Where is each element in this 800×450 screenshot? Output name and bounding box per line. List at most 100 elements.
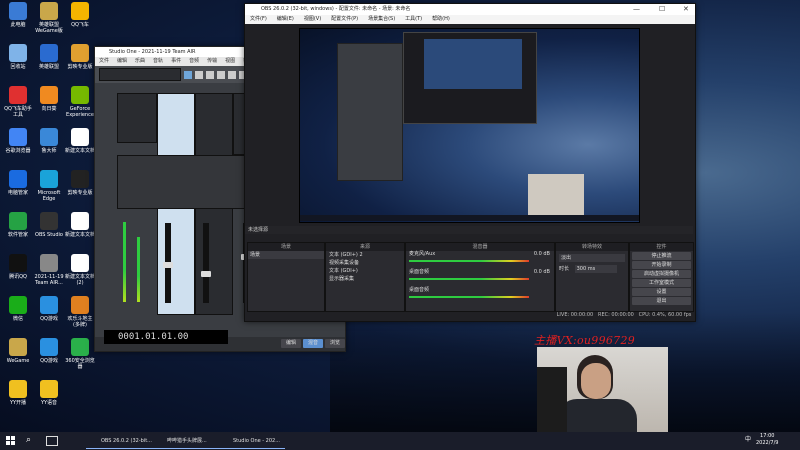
menu-item[interactable]: 配置文件(P): [331, 16, 358, 22]
taskbar: ⌕ OBS 26.0.2 (32-bit... 哔哔猎手头牌展... Studio …: [0, 432, 800, 450]
control-button[interactable]: 退出: [632, 297, 691, 305]
desktop-icon[interactable]: 软件管家: [1, 212, 35, 238]
eraser-tool-icon[interactable]: [217, 70, 225, 79]
duration-input[interactable]: 300 ms: [574, 265, 617, 273]
control-button[interactable]: 工作室模式: [632, 279, 691, 287]
source-item[interactable]: 文本 (GDI+) 2: [326, 251, 404, 259]
desktop-icon[interactable]: 微信: [1, 296, 35, 322]
desktop-icon[interactable]: 电脑管家: [1, 170, 35, 196]
obs-titlebar[interactable]: OBS 26.0.2 (32-bit, windows) - 配置文件: 未命名…: [245, 4, 695, 15]
window-title: Studio One - 2021-11-19 Team AIR: [109, 49, 196, 55]
paint-tool-icon[interactable]: [228, 70, 236, 79]
toolbar-display: [99, 68, 181, 81]
fader-knob-1[interactable]: [163, 262, 173, 268]
menu-item[interactable]: 工具(T): [405, 16, 422, 22]
taskbar-app[interactable]: 哔哔猎手头牌展...: [152, 434, 219, 449]
desktop-icon[interactable]: 鲁大师: [32, 128, 66, 154]
desktop-icon[interactable]: 新建文本文档 (2): [63, 254, 97, 286]
mixer-db: 0.0 dB: [533, 251, 550, 257]
desktop-icon[interactable]: 360安全浏览器: [63, 338, 97, 370]
split-tool-icon[interactable]: [206, 70, 214, 79]
desktop-icon-label: 欢乐斗地主 (多牌): [67, 316, 93, 328]
desktop-icon[interactable]: 回收站: [1, 44, 35, 70]
source-item[interactable]: 显示器采集: [326, 275, 404, 283]
app-icon: [71, 86, 89, 104]
taskbar-app[interactable]: Studio One - 202...: [218, 434, 285, 449]
source-item[interactable]: 文本 (GDI+): [326, 267, 404, 275]
menu-item[interactable]: 事件: [171, 58, 181, 64]
start-icon[interactable]: [6, 436, 16, 446]
desktop-icon[interactable]: YY语音: [32, 380, 66, 406]
transport-time-display: 0001.01.01.00: [104, 330, 228, 344]
clock[interactable]: 17:00 2022/7/9: [756, 433, 778, 447]
task-view-icon[interactable]: [46, 436, 58, 446]
control-button[interactable]: 启动虚拟摄像机: [632, 270, 691, 278]
range-tool-icon[interactable]: [195, 70, 203, 79]
desktop-icon-label: QQ游戏: [40, 358, 58, 364]
desktop-icon[interactable]: YY开播: [1, 380, 35, 406]
desktop-icon[interactable]: 2021-11-19 Team AIR...: [32, 254, 66, 286]
menu-item[interactable]: 视图: [225, 58, 235, 64]
desktop-icon[interactable]: 剪映专业版: [63, 44, 97, 70]
desktop-icon-label: QQ游戏: [40, 316, 58, 322]
taskbar-app[interactable]: OBS 26.0.2 (32-bit...: [86, 434, 153, 449]
desktop-icon[interactable]: 向日葵: [32, 86, 66, 112]
app-icon: [71, 296, 89, 314]
footer-button[interactable]: 浏览: [325, 339, 345, 348]
scene-item[interactable]: 场景: [248, 251, 324, 259]
desktop-icon[interactable]: 欢乐斗地主 (多牌): [63, 296, 97, 328]
desktop-icon[interactable]: 新建文本文档: [63, 128, 97, 154]
menu-item[interactable]: 场景集合(S): [368, 16, 395, 22]
minimize-icon[interactable]: —: [633, 4, 640, 14]
desktop-icon-label: GeForce Experience: [66, 106, 94, 118]
desktop-icon[interactable]: 英雄联盟: [32, 44, 66, 70]
menu-item[interactable]: 帮助(H): [432, 16, 450, 22]
menu-item[interactable]: 音频: [189, 58, 199, 64]
desktop-icon[interactable]: GeForce Experience: [63, 86, 97, 118]
desktop-icon[interactable]: QQ飞车助手 工具: [1, 86, 35, 118]
fader-2[interactable]: [203, 223, 209, 303]
desktop-icon[interactable]: QQ游戏: [32, 296, 66, 322]
mixer-channel: 麦克风/Aux 0.0 dB: [406, 251, 554, 269]
menu-item[interactable]: 音轨: [153, 58, 163, 64]
maximize-icon[interactable]: ☐: [659, 4, 665, 14]
menu-item[interactable]: 传输: [207, 58, 217, 64]
desktop-icon[interactable]: 谷歌浏览器: [1, 128, 35, 154]
mixer-db: 0.0 dB: [533, 269, 550, 275]
footer-button[interactable]: 编辑: [281, 339, 301, 348]
control-button[interactable]: 开始录制: [632, 261, 691, 269]
fader-knob-2[interactable]: [201, 271, 211, 277]
desktop-icon-label: 剪映专业版: [67, 64, 93, 70]
desktop-icon-label: 谷歌浏览器: [5, 148, 31, 154]
transition-select[interactable]: 淡出: [559, 254, 625, 262]
desktop-icon[interactable]: 腾讯QQ: [1, 254, 35, 280]
desktop-icon[interactable]: 此电脑: [1, 2, 35, 28]
menu-item[interactable]: 编辑: [117, 58, 127, 64]
menu-item[interactable]: 编辑(E): [277, 16, 294, 22]
desktop-icon[interactable]: OBS Studio: [32, 212, 66, 238]
desktop-icon[interactable]: 剪映专业版: [63, 170, 97, 196]
desktop-icon[interactable]: 英雄联盟 WeGame版: [32, 2, 66, 34]
desktop-icon[interactable]: Microsoft Edge: [32, 170, 66, 202]
menu-item[interactable]: 文件: [99, 58, 109, 64]
obs-preview[interactable]: [299, 28, 640, 223]
control-button[interactable]: 停止推流: [632, 252, 691, 260]
search-icon[interactable]: ⌕: [26, 435, 31, 445]
menu-item[interactable]: 乐曲: [135, 58, 145, 64]
clock-date: 2022/7/9: [756, 440, 779, 446]
desktop-icon-label: 英雄联盟 WeGame版: [35, 22, 63, 34]
desktop-icon[interactable]: WeGame: [1, 338, 35, 364]
control-button[interactable]: 设置: [632, 288, 691, 296]
desktop-icon[interactable]: 新建文本文档: [63, 212, 97, 238]
menu-item[interactable]: 视图(V): [304, 16, 321, 22]
desktop-icon[interactable]: QQ飞车: [63, 2, 97, 28]
footer-button[interactable]: 混音: [303, 339, 323, 348]
source-item[interactable]: 视频采集设备: [326, 259, 404, 267]
nested-obs-preview: [403, 32, 537, 124]
ime-indicator[interactable]: 中: [745, 434, 751, 443]
desktop-icon[interactable]: QQ游戏: [32, 338, 66, 364]
menu-item[interactable]: 文件(F): [250, 16, 267, 22]
arrow-tool-icon[interactable]: [184, 70, 192, 79]
meter-2: [137, 237, 140, 302]
close-icon[interactable]: ✕: [683, 4, 689, 14]
